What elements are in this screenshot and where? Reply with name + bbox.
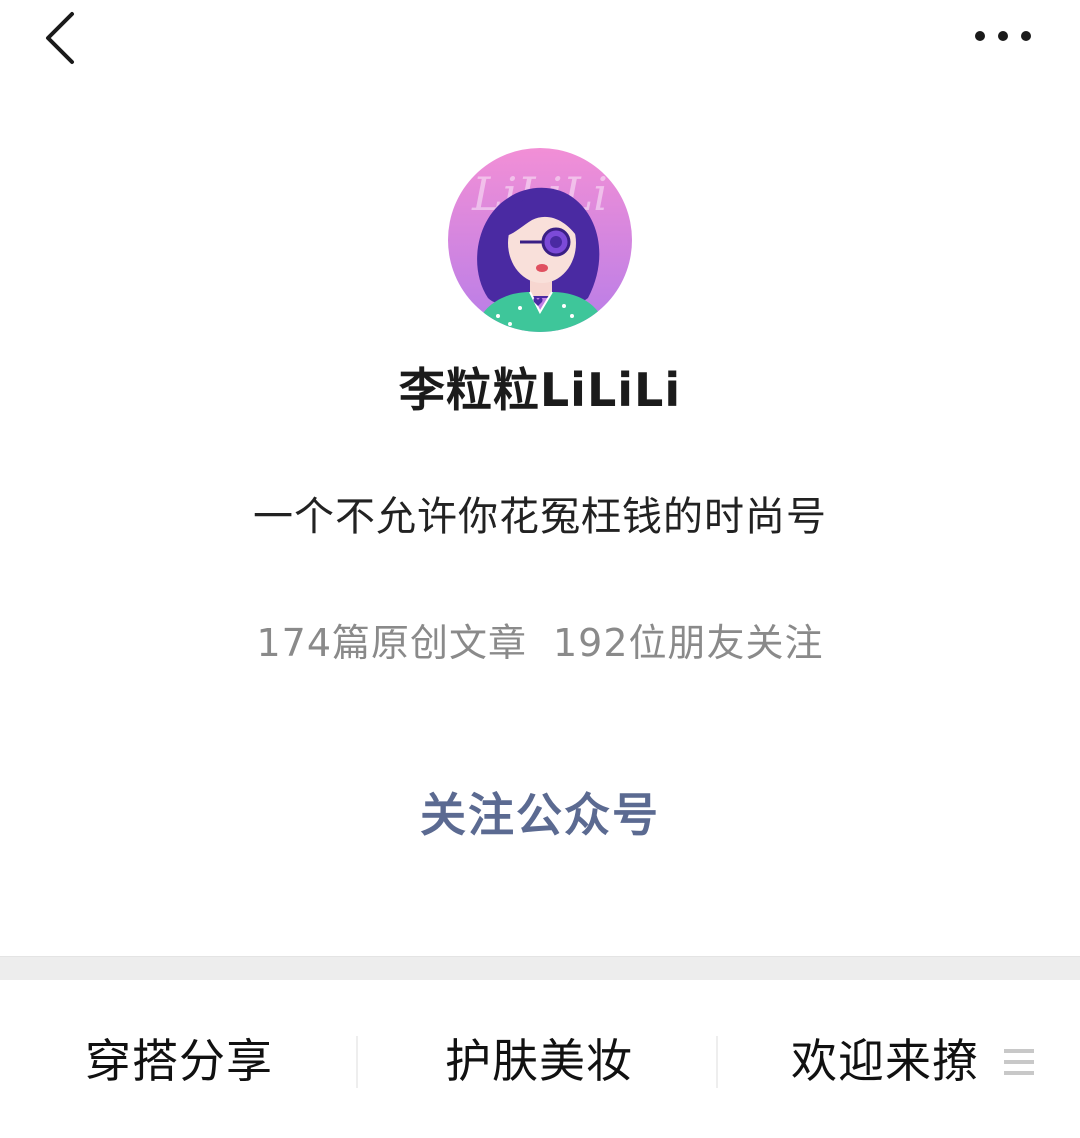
back-button[interactable] [34,8,94,68]
account-bio: 一个不允许你花冤枉钱的时尚号 [253,494,827,540]
top-nav-bar [0,0,1080,80]
list-menu-icon[interactable] [1004,1046,1034,1078]
follow-account-button[interactable]: 关注公众号 [390,780,690,850]
avatar[interactable]: LiLiLi [448,148,632,332]
avatar-illustration: LiLiLi [448,148,632,332]
official-account-profile-page: LiLiLi 李粒粒LiLiLi 一个不允许你花冤枉钱的时尚号 [0,0,1080,1138]
menu-divider [716,1036,718,1088]
account-stats: 174篇原创文章 192位朋友关注 [0,612,1080,667]
menu-item-outfit-sharing[interactable]: 穿搭分享 [0,981,358,1138]
section-divider [0,956,1080,980]
menu-divider [356,1036,358,1088]
bottom-menu: 穿搭分享 护肤美妆 欢迎来撩 [0,981,1080,1138]
account-name: 李粒粒LiLiLi [398,363,682,417]
menu-item-skincare-makeup[interactable]: 护肤美妆 [360,981,718,1138]
articles-count: 174篇原创文章 [256,621,527,665]
more-dots-icon [975,31,1031,41]
more-options-button[interactable] [968,16,1038,56]
followers-count[interactable]: 192位朋友关注 [553,621,824,665]
menu-item-welcome[interactable]: 欢迎来撩 [720,981,1050,1138]
chevron-left-icon [46,12,74,64]
